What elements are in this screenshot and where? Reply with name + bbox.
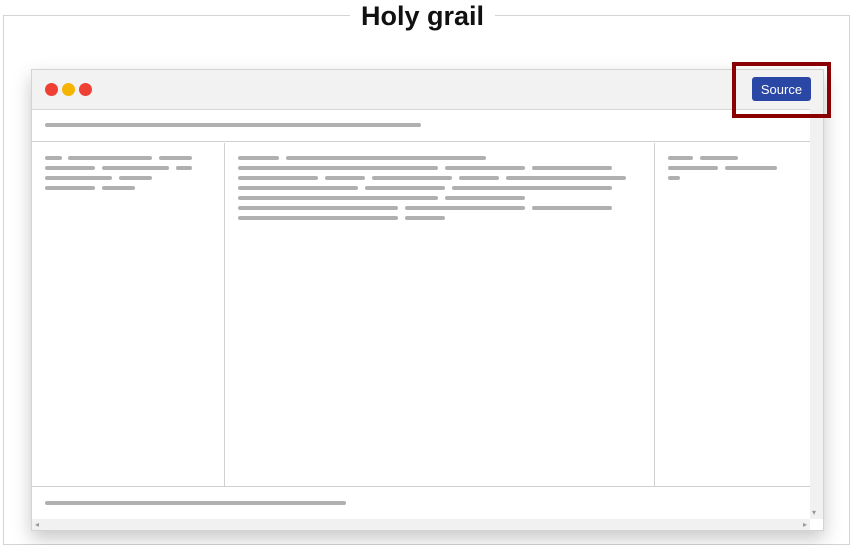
horizontal-scrollbar[interactable]: ◂ ▸ (32, 519, 810, 530)
close-dot-icon[interactable] (45, 83, 58, 96)
browser-window: Source ▾ ◂ ▸ (31, 69, 824, 531)
scroll-left-arrow-icon[interactable]: ◂ (35, 519, 39, 530)
placeholder-line (725, 166, 777, 170)
placeholder-line (405, 216, 445, 220)
placeholder-line (445, 166, 525, 170)
source-button[interactable]: Source (752, 77, 811, 101)
placeholder-line (700, 156, 738, 160)
placeholder-line (68, 156, 152, 160)
vertical-scrollbar[interactable]: ▾ (810, 109, 823, 519)
scroll-down-arrow-icon[interactable]: ▾ (812, 508, 816, 517)
layout-main-content (225, 143, 655, 486)
layout-footer (32, 486, 810, 519)
page-title: Holy grail (350, 0, 496, 32)
layout-header (32, 109, 810, 142)
placeholder-line (238, 186, 358, 190)
layout-left-sidebar (32, 143, 225, 486)
placeholder-line (506, 176, 626, 180)
placeholder-line (668, 156, 693, 160)
placeholder-line (119, 176, 152, 180)
placeholder-line (372, 176, 452, 180)
placeholder-line (445, 196, 525, 200)
placeholder-line (238, 156, 279, 160)
placeholder-line (238, 166, 438, 170)
placeholder-line (238, 196, 438, 200)
zoom-dot-icon[interactable] (79, 83, 92, 96)
placeholder-line (176, 166, 192, 170)
placeholder-line (405, 206, 525, 210)
placeholder-line (532, 206, 612, 210)
placeholder-line (325, 176, 365, 180)
placeholder-line (365, 186, 445, 190)
placeholder-line (159, 156, 192, 160)
placeholder-line (532, 166, 612, 170)
placeholder-line (238, 216, 398, 220)
scroll-right-arrow-icon[interactable]: ▸ (803, 519, 807, 530)
placeholder-line (45, 186, 95, 190)
placeholder-line (459, 176, 499, 180)
placeholder-line (45, 176, 112, 180)
minimize-dot-icon[interactable] (62, 83, 75, 96)
placeholder-line (238, 176, 318, 180)
placeholder-line (452, 186, 612, 190)
layout-right-sidebar (655, 143, 810, 486)
placeholder-line (668, 166, 718, 170)
placeholder-line (238, 206, 398, 210)
placeholder-line (45, 501, 346, 505)
placeholder-line (45, 123, 421, 127)
placeholder-line (45, 156, 62, 160)
placeholder-line (45, 166, 95, 170)
window-titlebar: Source (32, 70, 823, 110)
placeholder-line (102, 166, 169, 170)
placeholder-line (286, 156, 486, 160)
placeholder-line (668, 176, 680, 180)
placeholder-line (102, 186, 135, 190)
